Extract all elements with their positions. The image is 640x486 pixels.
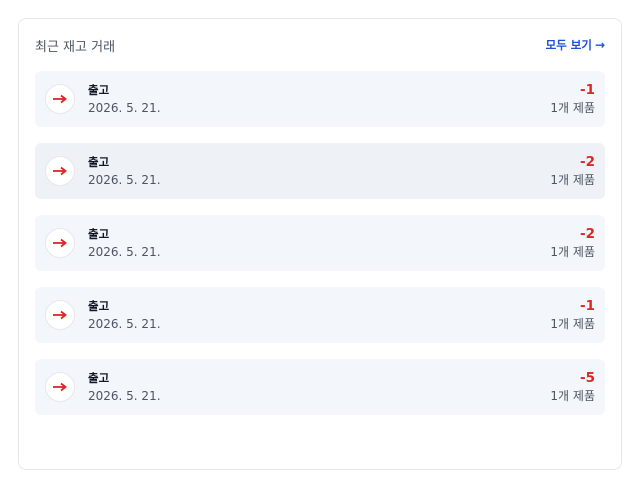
transaction-info: 출고 2026. 5. 21. bbox=[88, 227, 161, 260]
transaction-list: 출고 2026. 5. 21. -1 1개 제품 출고 2026. 5. 21.… bbox=[35, 71, 605, 415]
transaction-row[interactable]: 출고 2026. 5. 21. -2 1개 제품 bbox=[35, 143, 605, 199]
transaction-row[interactable]: 출고 2026. 5. 21. -2 1개 제품 bbox=[35, 215, 605, 271]
transaction-product-count: 1개 제품 bbox=[550, 317, 595, 331]
transaction-info: 출고 2026. 5. 21. bbox=[88, 83, 161, 116]
transaction-type: 출고 bbox=[88, 370, 110, 385]
transaction-product-count: 1개 제품 bbox=[550, 173, 595, 187]
transaction-type: 출고 bbox=[88, 226, 110, 241]
recent-transactions-card: 최근 재고 거래 모두 보기 → 출고 2026. 5. 21. -1 1개 제… bbox=[18, 18, 622, 470]
view-all-label: 모두 보기 bbox=[545, 38, 592, 52]
arrow-right-icon: → bbox=[594, 38, 605, 52]
transaction-summary: -1 1개 제품 bbox=[550, 298, 595, 332]
outbound-arrow-icon bbox=[45, 300, 75, 330]
transaction-row[interactable]: 출고 2026. 5. 21. -1 1개 제품 bbox=[35, 71, 605, 127]
transaction-row[interactable]: 출고 2026. 5. 21. -1 1개 제품 bbox=[35, 287, 605, 343]
transaction-date: 2026. 5. 21. bbox=[88, 316, 161, 331]
outbound-arrow-icon bbox=[45, 84, 75, 114]
transaction-date: 2026. 5. 21. bbox=[88, 172, 161, 187]
transaction-summary: -1 1개 제품 bbox=[550, 82, 595, 116]
transaction-info: 출고 2026. 5. 21. bbox=[88, 299, 161, 332]
transaction-date: 2026. 5. 21. bbox=[88, 244, 161, 259]
transaction-product-count: 1개 제품 bbox=[550, 245, 595, 259]
transaction-quantity: -1 bbox=[580, 298, 595, 314]
outbound-arrow-icon bbox=[45, 156, 75, 186]
transaction-product-count: 1개 제품 bbox=[550, 101, 595, 115]
transaction-date: 2026. 5. 21. bbox=[88, 388, 161, 403]
view-all-link[interactable]: 모두 보기 → bbox=[546, 37, 605, 53]
transaction-row[interactable]: 출고 2026. 5. 21. -5 1개 제품 bbox=[35, 359, 605, 415]
transaction-quantity: -2 bbox=[580, 226, 595, 242]
card-header: 최근 재고 거래 모두 보기 → bbox=[35, 36, 605, 55]
outbound-arrow-icon bbox=[45, 372, 75, 402]
transaction-type: 출고 bbox=[88, 82, 110, 97]
transaction-summary: -2 1개 제품 bbox=[550, 226, 595, 260]
transaction-quantity: -2 bbox=[580, 154, 595, 170]
transaction-product-count: 1개 제품 bbox=[550, 389, 595, 403]
transaction-info: 출고 2026. 5. 21. bbox=[88, 371, 161, 404]
transaction-info: 출고 2026. 5. 21. bbox=[88, 155, 161, 188]
transaction-type: 출고 bbox=[88, 154, 110, 169]
transaction-date: 2026. 5. 21. bbox=[88, 100, 161, 115]
transaction-quantity: -1 bbox=[580, 82, 595, 98]
transaction-summary: -5 1개 제품 bbox=[550, 370, 595, 404]
transaction-quantity: -5 bbox=[580, 370, 595, 386]
outbound-arrow-icon bbox=[45, 228, 75, 258]
transaction-summary: -2 1개 제품 bbox=[550, 154, 595, 188]
card-title: 최근 재고 거래 bbox=[35, 39, 116, 55]
transaction-type: 출고 bbox=[88, 298, 110, 313]
